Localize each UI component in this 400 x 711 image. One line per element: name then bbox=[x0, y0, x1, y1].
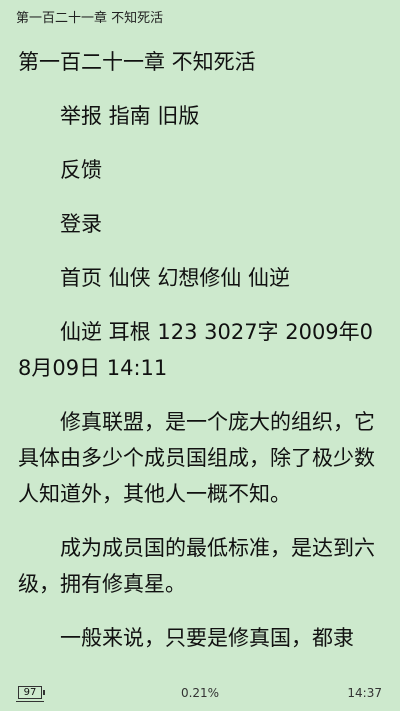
paragraph: 首页 仙侠 幻想修仙 仙逆 bbox=[60, 266, 291, 290]
paragraph: 一般来说，只要是修真国，都隶 bbox=[60, 626, 354, 650]
paragraph: 举报 指南 旧版 bbox=[60, 104, 200, 128]
paragraph: 反馈 bbox=[60, 158, 102, 182]
header-chapter-title: 第一百二十一章 不知死活 bbox=[16, 11, 164, 26]
paragraph: 登录 bbox=[60, 212, 102, 236]
reading-progress: 0.21% bbox=[180, 686, 220, 700]
status-footer: 97 0.21% 14:37 bbox=[0, 676, 400, 711]
reader-content[interactable]: 第一百二十一章 不知死活 举报 指南 旧版 反馈 登录 首页 仙侠 幻想修仙 仙… bbox=[18, 44, 384, 674]
battery-underline bbox=[16, 701, 44, 702]
chapter-title: 第一百二十一章 不知死活 bbox=[18, 50, 256, 74]
paragraph: 成为成员国的最低标准，是达到六级，拥有修真星。 bbox=[18, 536, 375, 596]
clock-time: 14:37 bbox=[347, 686, 382, 700]
paragraph: 修真联盟，是一个庞大的组织，它具体由多少个成员国组成，除了极少数人知道外，其他人… bbox=[18, 410, 375, 506]
paragraph: 仙逆 耳根 123 3027字 2009年08月09日 14:11 bbox=[18, 320, 374, 380]
